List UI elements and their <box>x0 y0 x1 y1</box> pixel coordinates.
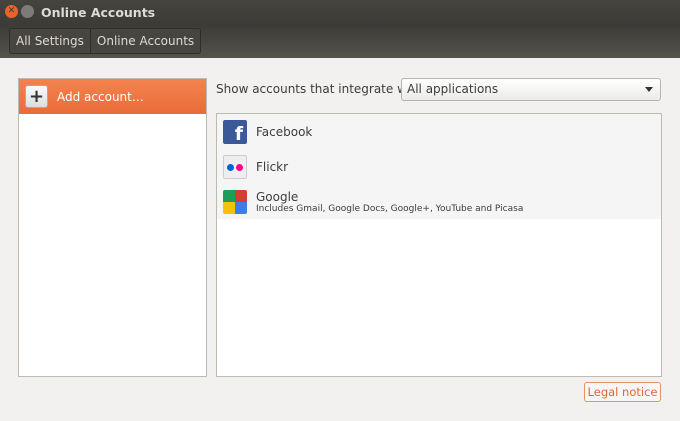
provider-name: Facebook <box>256 124 313 139</box>
plus-icon: + <box>25 85 48 108</box>
provider-flickr[interactable]: Flickr <box>217 149 661 184</box>
toolbar: All Settings Online Accounts <box>0 25 680 58</box>
accounts-list: + Add account… <box>18 78 207 377</box>
provider-name: Google <box>256 189 299 204</box>
flickr-icon <box>223 154 247 179</box>
legal-notice-button[interactable]: Legal notice <box>584 382 661 402</box>
provider-facebook[interactable]: f Facebook <box>217 114 661 149</box>
close-window-button[interactable]: ✕ <box>5 5 18 18</box>
dropdown-value: All applications <box>407 82 499 96</box>
provider-name: Flickr <box>256 159 289 174</box>
chevron-down-icon <box>645 87 653 92</box>
google-icon <box>223 189 247 214</box>
providers-list: f Facebook Flickr Google Includes Gmail,… <box>216 113 662 377</box>
breadcrumb-online-accounts[interactable]: Online Accounts <box>91 29 200 53</box>
add-account-item[interactable]: + Add account… <box>19 79 206 114</box>
provider-google[interactable]: Google Includes Gmail, Google Docs, Goog… <box>217 184 661 219</box>
filter-label: Show accounts that integrate with: <box>216 82 427 96</box>
window-title: Online Accounts <box>41 5 156 20</box>
breadcrumb-all-settings[interactable]: All Settings <box>10 29 91 53</box>
breadcrumb: All Settings Online Accounts <box>9 28 202 54</box>
facebook-icon: f <box>223 119 247 144</box>
add-account-label: Add account… <box>57 89 144 104</box>
title-bar: ✕ Online Accounts <box>0 0 680 25</box>
application-filter-dropdown[interactable]: All applications <box>401 78 661 101</box>
provider-description: Includes Gmail, Google Docs, Google+, Yo… <box>256 203 524 214</box>
minimize-window-button[interactable] <box>21 5 34 18</box>
